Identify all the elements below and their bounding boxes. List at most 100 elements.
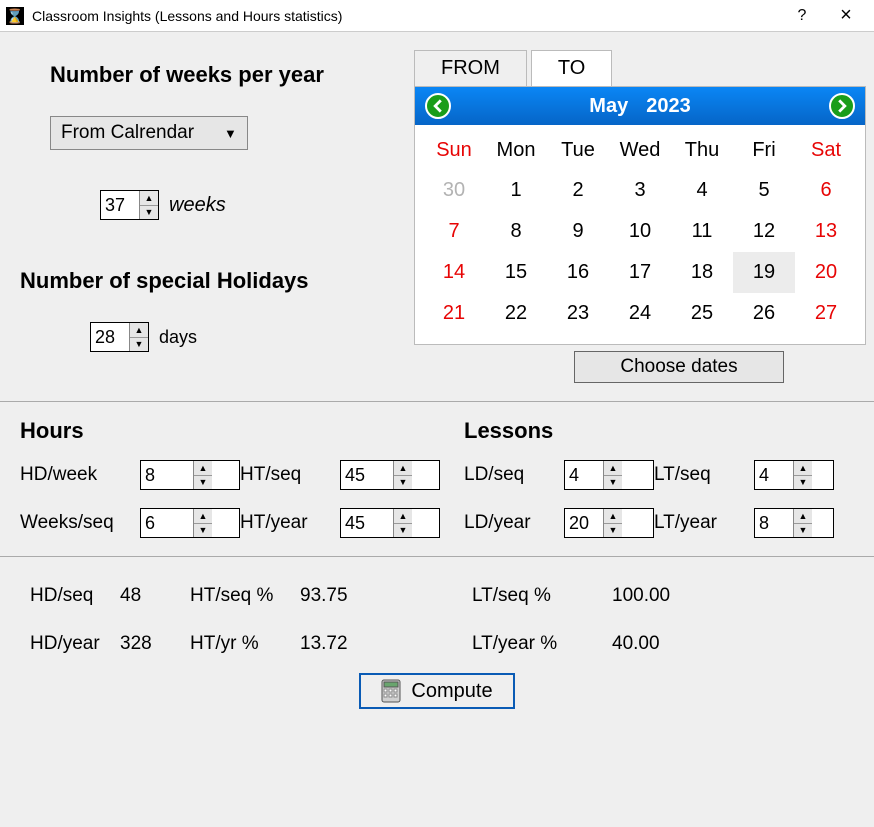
window-title: Classroom Insights (Lessons and Hours st… <box>32 8 780 24</box>
ht-year-stepper[interactable]: ▲▼ <box>340 508 440 538</box>
divider <box>0 401 874 402</box>
ld-seq-stepper[interactable]: ▲▼ <box>564 460 654 490</box>
calendar-dow: Sun <box>423 131 485 170</box>
calendar-day[interactable]: 2 <box>547 170 609 211</box>
calendar-day[interactable]: 14 <box>423 252 485 293</box>
hd-year-value: 328 <box>120 633 190 655</box>
hd-week-stepper[interactable]: ▲▼ <box>140 460 240 490</box>
titlebar: ⌛ Classroom Insights (Lessons and Hours … <box>0 0 874 32</box>
calendar-day[interactable]: 13 <box>795 211 857 252</box>
calendar-day[interactable]: 23 <box>547 293 609 334</box>
calendar-dow: Wed <box>609 131 671 170</box>
ht-seq-pct-value: 93.75 <box>300 585 380 607</box>
hours-heading: Hours <box>20 418 440 444</box>
hd-week-input[interactable] <box>141 461 193 489</box>
calendar-day[interactable]: 15 <box>485 252 547 293</box>
calendar-day[interactable]: 11 <box>671 211 733 252</box>
calendar-prev-button[interactable] <box>425 93 451 119</box>
ld-year-label: LD/year <box>464 512 564 534</box>
holidays-heading: Number of special Holidays <box>20 268 390 294</box>
compute-label: Compute <box>411 680 492 703</box>
weeks-seq-input[interactable] <box>141 509 193 537</box>
calendar-day[interactable]: 1 <box>485 170 547 211</box>
down-arrow-icon[interactable]: ▼ <box>140 206 158 220</box>
calendar-day[interactable]: 16 <box>547 252 609 293</box>
calendar-day[interactable]: 20 <box>795 252 857 293</box>
calendar-day[interactable]: 4 <box>671 170 733 211</box>
calendar-dow: Tue <box>547 131 609 170</box>
calendar-year[interactable]: 2023 <box>646 95 691 118</box>
ht-seq-input[interactable] <box>341 461 393 489</box>
ld-seq-input[interactable] <box>565 461 603 489</box>
calendar-day[interactable]: 25 <box>671 293 733 334</box>
calendar-day[interactable]: 18 <box>671 252 733 293</box>
calendar-next-button[interactable] <box>829 93 855 119</box>
help-button[interactable]: ? <box>780 2 824 30</box>
lt-seq-stepper[interactable]: ▲▼ <box>754 460 834 490</box>
ht-year-input[interactable] <box>341 509 393 537</box>
lt-year-stepper[interactable]: ▲▼ <box>754 508 834 538</box>
calendar-day[interactable]: 3 <box>609 170 671 211</box>
weeks-seq-stepper[interactable]: ▲▼ <box>140 508 240 538</box>
arrow-left-icon <box>431 99 445 113</box>
calculator-icon <box>381 679 401 703</box>
calendar-dow: Thu <box>671 131 733 170</box>
up-arrow-icon[interactable]: ▲ <box>140 191 158 206</box>
lt-seq-pct-label: LT/seq % <box>472 585 612 607</box>
tab-to[interactable]: TO <box>531 50 612 86</box>
calendar-day[interactable]: 30 <box>423 170 485 211</box>
weeks-unit-label: weeks <box>169 194 226 217</box>
weeks-stepper[interactable]: ▲▼ <box>100 190 159 220</box>
holidays-unit-label: days <box>159 327 197 348</box>
calendar-month[interactable]: May <box>589 95 628 118</box>
calendar-day[interactable]: 27 <box>795 293 857 334</box>
weeks-source-combo[interactable]: From Calrendar ▼ <box>50 116 248 150</box>
holidays-input[interactable] <box>91 323 129 351</box>
ht-year-label: HT/year <box>240 512 340 534</box>
chevron-down-icon: ▼ <box>224 126 237 141</box>
lt-year-pct-value: 40.00 <box>612 633 712 655</box>
lt-seq-input[interactable] <box>755 461 793 489</box>
lt-seq-label: LT/seq <box>654 464 754 486</box>
hd-seq-value: 48 <box>120 585 190 607</box>
combo-selected: From Calrendar <box>61 122 194 144</box>
weeks-input[interactable] <box>101 191 139 219</box>
close-button[interactable]: × <box>824 2 868 30</box>
calendar-dow: Sat <box>795 131 857 170</box>
calendar-day[interactable]: 17 <box>609 252 671 293</box>
ht-seq-stepper[interactable]: ▲▼ <box>340 460 440 490</box>
arrow-right-icon <box>835 99 849 113</box>
calendar-day[interactable]: 22 <box>485 293 547 334</box>
calendar-day[interactable]: 10 <box>609 211 671 252</box>
weeks-per-year-heading: Number of weeks per year <box>50 62 390 88</box>
lessons-heading: Lessons <box>464 418 854 444</box>
tab-from[interactable]: FROM <box>414 50 527 86</box>
calendar-day[interactable]: 5 <box>733 170 795 211</box>
lt-year-input[interactable] <box>755 509 793 537</box>
calendar: May 2023 SunMonTueWedThuFriSat3012345678… <box>414 86 866 345</box>
choose-dates-button[interactable]: Choose dates <box>574 351 784 383</box>
calendar-day[interactable]: 19 <box>733 252 795 293</box>
hd-year-label: HD/year <box>30 633 120 655</box>
divider <box>0 556 874 557</box>
calendar-day[interactable]: 6 <box>795 170 857 211</box>
ld-year-input[interactable] <box>565 509 603 537</box>
ld-year-stepper[interactable]: ▲▼ <box>564 508 654 538</box>
down-arrow-icon[interactable]: ▼ <box>130 338 148 352</box>
up-arrow-icon[interactable]: ▲ <box>130 323 148 338</box>
calendar-day[interactable]: 9 <box>547 211 609 252</box>
calendar-day[interactable]: 21 <box>423 293 485 334</box>
calendar-day[interactable]: 26 <box>733 293 795 334</box>
calendar-day[interactable]: 24 <box>609 293 671 334</box>
ld-seq-label: LD/seq <box>464 464 564 486</box>
holidays-stepper[interactable]: ▲▼ <box>90 322 149 352</box>
calendar-day[interactable]: 12 <box>733 211 795 252</box>
ht-yr-pct-label: HT/yr % <box>190 633 300 655</box>
hd-seq-label: HD/seq <box>30 585 120 607</box>
compute-button[interactable]: Compute <box>359 673 514 709</box>
hd-week-label: HD/week <box>20 464 140 486</box>
ht-yr-pct-value: 13.72 <box>300 633 380 655</box>
calendar-day[interactable]: 8 <box>485 211 547 252</box>
calendar-day[interactable]: 7 <box>423 211 485 252</box>
ht-seq-label: HT/seq <box>240 464 340 486</box>
